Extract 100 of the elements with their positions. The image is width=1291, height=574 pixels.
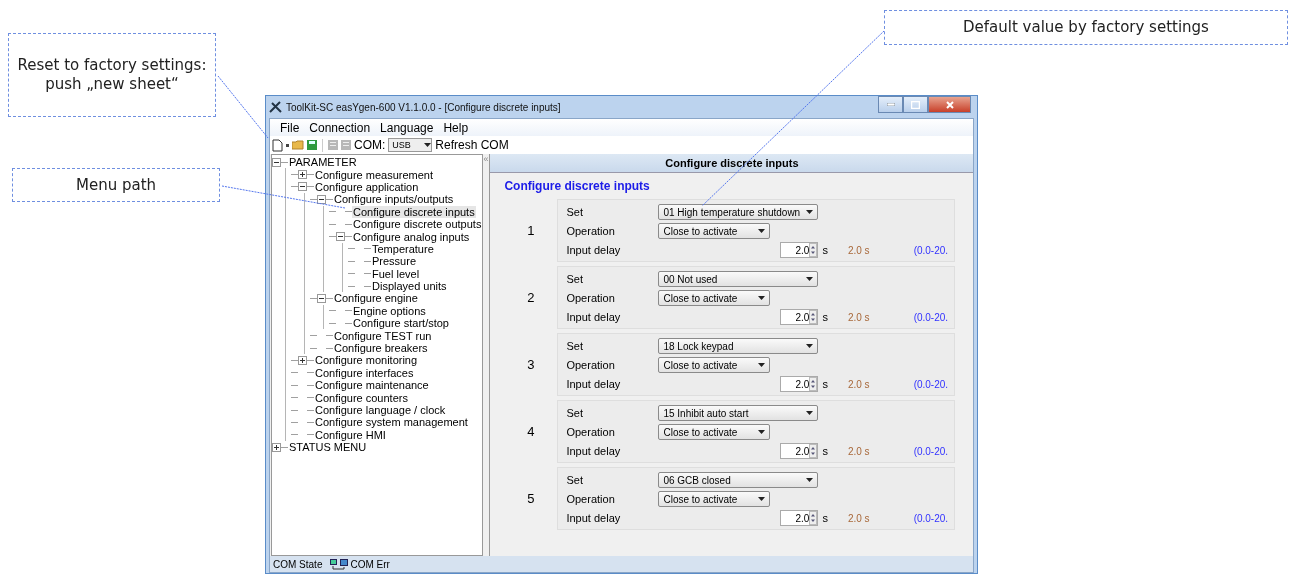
tree-item[interactable]: Configure system management [314,416,469,429]
unit-text: s [822,512,828,524]
refresh-com-button[interactable]: Refresh COM [435,138,509,152]
unit-text: s [822,311,828,323]
tree-item[interactable]: Configure maintenance [314,379,430,392]
field-label: Operation [566,493,616,505]
spinner-icon[interactable] [809,310,818,324]
caret-icon [758,363,766,367]
panel-header: Configure discrete inputs [490,154,974,173]
tree-item[interactable]: Configure discrete inputs [352,205,476,218]
operation-dropdown[interactable]: Close to activate [658,290,771,306]
operation-dropdown[interactable]: Close to activate [658,424,771,440]
tree-item[interactable]: Configure engine [333,292,419,305]
window-title: ToolKit-SC easYgen-600 V1.1.0.0 - [Configure discrete inputs] [286,101,562,113]
operation-dropdown[interactable]: Close to activate [658,223,771,239]
new-sheet-icon[interactable] [272,138,283,152]
field-label: Operation [566,292,616,304]
menu-item[interactable]: File [276,120,304,135]
field-label: Input delay [566,244,622,256]
tree-item[interactable]: Configure monitoring [314,354,419,367]
tree-item[interactable]: Temperature [371,242,435,255]
maximize-button[interactable] [903,96,928,113]
unit-text: s [822,445,828,457]
spinner-icon[interactable] [809,511,818,525]
save-icon[interactable] [307,140,317,150]
close-button[interactable] [928,96,971,113]
spinner-icon[interactable] [809,444,818,458]
range-text: (0.0-20. [913,378,949,390]
tree-item[interactable]: Engine options [352,304,427,317]
tree-item[interactable]: PARAMETER [288,156,358,169]
collapse-icon[interactable] [298,182,307,192]
caret-icon [806,344,814,348]
caret-icon [758,430,766,434]
tree-item[interactable]: Configure breakers [333,342,429,355]
field-label: Operation [566,225,616,237]
field-label: Set [566,273,584,285]
collapse-icon[interactable] [317,294,326,303]
function-dropdown[interactable]: 18 Lock keypad [658,338,819,354]
spinner-icon[interactable] [809,377,818,391]
range-text: (0.0-20. [913,244,949,256]
com-dropdown[interactable]: USB [388,138,433,152]
expand-icon[interactable] [272,442,281,452]
default-value: 2.0 s [847,512,870,524]
caret-icon [806,210,814,214]
minimize-button[interactable] [878,96,903,113]
caret-icon [806,411,814,415]
callout-text: Menu path [12,168,220,202]
function-dropdown[interactable]: 00 Not used [658,271,819,287]
tree-item[interactable]: Configure inputs/outputs [333,193,455,206]
function-dropdown[interactable]: 06 GCB closed [658,472,819,488]
input-number: 4 [526,424,536,439]
delay-field[interactable]: 2.0 [780,376,819,392]
tree-item[interactable]: Configure counters [314,391,409,404]
menu-item[interactable]: Help [439,120,473,135]
tree-item[interactable]: Displayed units [371,280,448,293]
callout-text: Reset to factory settings: push „new sheet“ [8,33,216,117]
collapse-icon[interactable] [336,232,345,242]
field-label: Input delay [566,311,622,323]
tree-item[interactable]: Configure measurement [314,168,434,181]
function-dropdown[interactable]: 01 High temperature shutdown [658,204,819,220]
delay-field[interactable]: 2.0 [780,309,819,325]
field-label: Input delay [566,512,622,524]
collapse-icon[interactable] [272,157,281,167]
collapse-icon[interactable] [317,194,326,204]
tree-item[interactable]: Configure start/stop [352,317,450,330]
caret-icon [424,143,432,147]
range-text: (0.0-20. [913,445,949,457]
input-number: 5 [526,491,536,506]
field-label: Operation [566,426,616,438]
tree-item[interactable]: Pressure [371,255,418,268]
expand-icon[interactable] [298,355,307,365]
tree-item[interactable]: Configure analog inputs [352,230,471,243]
delay-field[interactable]: 2.0 [780,510,819,526]
menu-item[interactable]: Connection [305,120,375,135]
input-number: 3 [526,357,536,372]
maximize-icon [911,100,920,109]
field-label: Set [566,206,584,218]
network-icon [330,558,349,570]
tree-item[interactable]: Configure application [314,180,420,193]
spinner-icon[interactable] [809,243,818,257]
expand-icon[interactable] [298,170,307,180]
delay-field[interactable]: 2.0 [780,443,819,459]
tree-item[interactable]: Configure language / clock [314,404,447,416]
operation-dropdown[interactable]: Close to activate [658,357,771,373]
field-label: Input delay [566,445,622,457]
tree-item[interactable]: Fuel level [371,267,421,280]
status-text: COM Err [350,558,390,570]
menu-item[interactable]: Language [376,120,438,135]
tree-item[interactable]: Configure TEST run [333,329,433,342]
tree-item[interactable]: Configure HMI [314,428,387,441]
delay-field[interactable]: 2.0 [780,242,819,258]
caret-icon [758,497,766,501]
operation-dropdown[interactable]: Close to activate [658,491,771,507]
field-label: Operation [566,359,616,371]
function-dropdown[interactable]: 15 Inhibit auto start [658,405,819,421]
tree-item[interactable]: Configure interfaces [314,366,415,379]
tree-item[interactable]: STATUS MENU [288,441,368,454]
com-label: COM: [354,138,386,152]
minimize-icon [886,103,895,106]
tree-item[interactable]: Configure discrete outputs [352,218,483,231]
